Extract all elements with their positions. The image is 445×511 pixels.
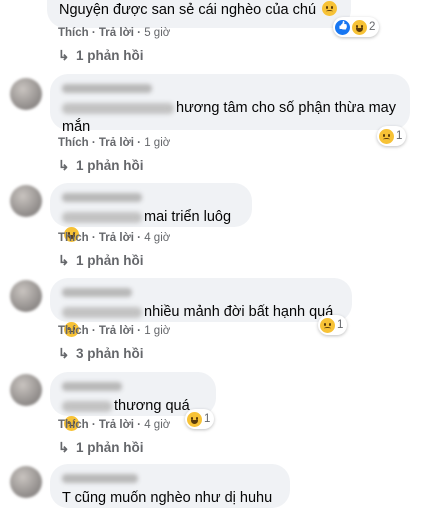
- separator: ·: [91, 232, 96, 244]
- replies-count: 1 phản hồi: [76, 48, 144, 63]
- author-name-blurred: [62, 474, 138, 483]
- like-link[interactable]: Thích: [58, 232, 89, 244]
- comment-bubble: hương tâm cho số phận thừa may mắn: [50, 74, 410, 135]
- like-icon: [335, 19, 350, 35]
- like-link[interactable]: Thích: [58, 419, 89, 431]
- avatar[interactable]: [10, 466, 42, 498]
- comment-actions: Thích · Trả lời · 4 giờ: [58, 232, 170, 244]
- comment-text: nhiều mảnh đời bất hạnh quá: [144, 304, 334, 320]
- timestamp[interactable]: 5 giờ: [144, 27, 170, 39]
- view-replies-link[interactable]: ↳ 3 phản hồi: [58, 346, 144, 362]
- reaction-summary[interactable]: 2: [333, 17, 380, 37]
- reaction-count: 1: [337, 319, 344, 331]
- avatar[interactable]: [10, 374, 42, 406]
- reaction-summary[interactable]: 1: [377, 126, 407, 146]
- reaction-summary[interactable]: 1: [318, 315, 348, 335]
- haha-icon: [187, 411, 202, 427]
- reply-link[interactable]: Trả lời: [99, 325, 134, 337]
- haha-icon: [352, 19, 367, 35]
- sad-face-icon: [322, 1, 338, 16]
- view-replies-link[interactable]: ↳ 1 phản hồi: [58, 48, 144, 64]
- author-name-blurred: [62, 382, 122, 391]
- reaction-count: 1: [204, 413, 211, 425]
- reaction-summary[interactable]: 1: [185, 409, 215, 429]
- replies-count: 1 phản hồi: [76, 440, 144, 455]
- reaction-count: 2: [369, 21, 376, 33]
- sad-icon: [320, 317, 335, 333]
- comment-text: thương quá: [114, 398, 190, 414]
- replies-count: 1 phản hồi: [76, 158, 144, 173]
- avatar[interactable]: [10, 78, 42, 110]
- reply-link[interactable]: Trả lời: [99, 137, 134, 149]
- reaction-count: 1: [396, 130, 403, 142]
- comment-actions: Thích · Trả lời · 1 giờ: [58, 325, 170, 337]
- separator: ·: [137, 137, 141, 149]
- sad-icon: [379, 128, 394, 144]
- timestamp[interactable]: 1 giờ: [144, 137, 170, 149]
- like-link[interactable]: Thích: [58, 27, 89, 39]
- replies-count: 1 phản hồi: [76, 253, 144, 268]
- comment-actions: Thích · Trả lời · 4 giờ: [58, 419, 170, 431]
- reply-link[interactable]: Trả lời: [99, 232, 134, 244]
- comment-actions: Thích · Trả lời · 5 giờ: [58, 27, 170, 39]
- comment-actions: Thích · Trả lời · 1 giờ: [58, 137, 170, 149]
- comment-bubble: Nguyện được san sẻ cái nghèo của chú: [47, 0, 352, 28]
- like-link[interactable]: Thích: [58, 137, 89, 149]
- timestamp[interactable]: 4 giờ: [144, 232, 170, 244]
- separator: ·: [91, 137, 96, 149]
- separator: ·: [137, 232, 141, 244]
- reply-arrow-icon: ↳: [58, 158, 70, 173]
- reply-link[interactable]: Trả lời: [99, 419, 134, 431]
- timestamp[interactable]: 1 giờ: [144, 325, 170, 337]
- separator: ·: [91, 325, 96, 337]
- avatar[interactable]: [10, 280, 42, 312]
- comment-text: Nguyện được san sẻ cái nghèo của chú: [59, 2, 317, 18]
- separator: ·: [137, 325, 141, 337]
- reply-arrow-icon: ↳: [58, 346, 70, 361]
- comment-text: mai triển luôg: [144, 209, 232, 225]
- reply-arrow-icon: ↳: [58, 440, 70, 455]
- separator: ·: [91, 27, 96, 39]
- reply-link[interactable]: Trả lời: [99, 27, 134, 39]
- author-name-blurred: [62, 193, 142, 202]
- author-name-blurred: [62, 84, 152, 93]
- reply-arrow-icon: ↳: [58, 48, 70, 63]
- avatar[interactable]: [10, 185, 42, 217]
- comment-bubble: T cũng muốn nghèo như dị huhu: [50, 464, 290, 508]
- view-replies-link[interactable]: ↳ 1 phản hồi: [58, 158, 144, 174]
- replies-count: 3 phản hồi: [76, 346, 144, 361]
- author-name-blurred: [62, 288, 132, 297]
- view-replies-link[interactable]: ↳ 1 phản hồi: [58, 253, 144, 269]
- comment-text: T cũng muốn nghèo như dị huhu: [62, 490, 273, 506]
- separator: ·: [137, 419, 141, 431]
- comment-text: hương tâm cho số phận thừa may: [176, 100, 396, 116]
- reply-arrow-icon: ↳: [58, 253, 70, 268]
- like-link[interactable]: Thích: [58, 325, 89, 337]
- separator: ·: [91, 419, 96, 431]
- comment-bubble: nhiều mảnh đời bất hạnh quá: [50, 278, 352, 337]
- separator: ·: [137, 27, 141, 39]
- comment-text-line2: mắn: [62, 119, 91, 135]
- timestamp[interactable]: 4 giờ: [144, 419, 170, 431]
- comment-bubble: mai triển luôg: [50, 183, 252, 242]
- view-replies-link[interactable]: ↳ 1 phản hồi: [58, 440, 144, 456]
